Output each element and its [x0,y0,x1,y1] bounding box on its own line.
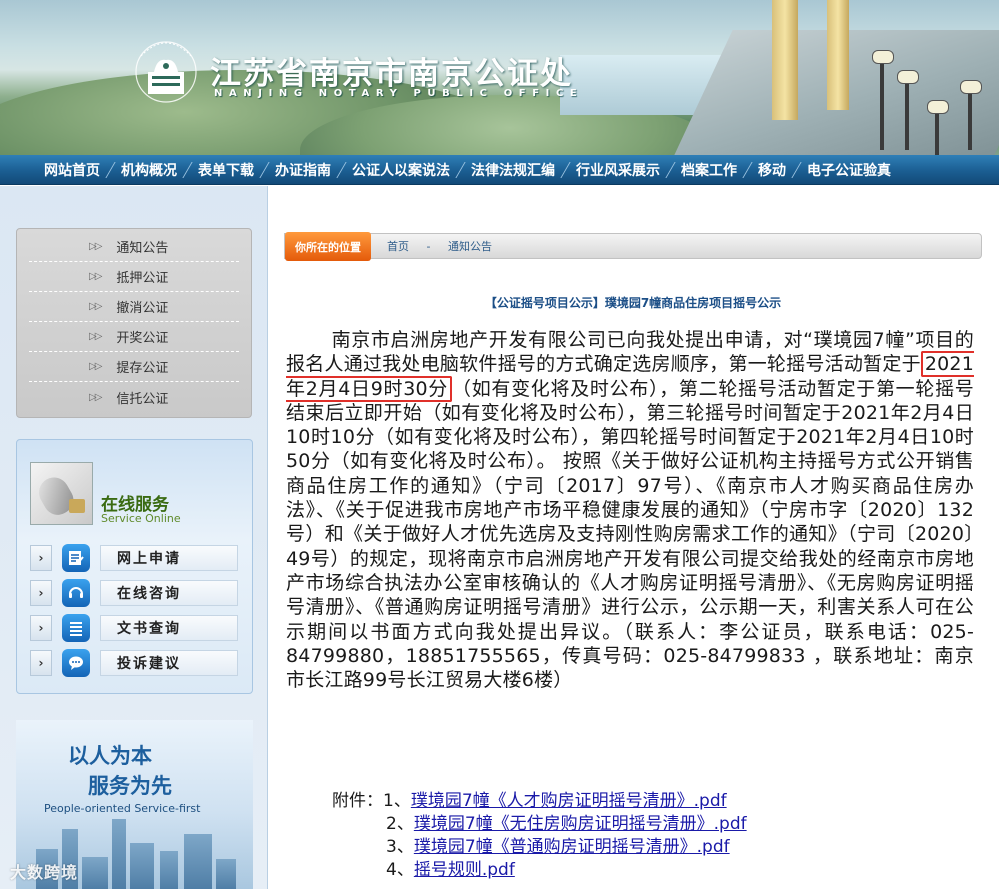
double-arrow-icon: ▷▷ [89,391,102,403]
breadcrumb-current[interactable]: 通知公告 [448,240,492,253]
site-title: 江苏省南京市南京公证处 [210,56,573,92]
headset-icon [62,579,90,607]
sidebar-item-label: 信托公证 [116,391,169,407]
breadcrumb-home-link[interactable]: 首页 [387,240,409,253]
bridge-tower [772,0,798,120]
nav-item-forms[interactable]: 表单下载 [190,160,262,180]
double-arrow-icon: ▷▷ [89,271,102,282]
street-lamp [927,100,949,155]
attachment-link[interactable]: 摇号规则.pdf [414,860,515,880]
online-service-panel: 在线服务 Service Online › 网上申请 › 在线咨询 › 文书查询… [16,439,253,694]
sidebar-item-revocation[interactable]: ▷▷ 撤消公证 [29,292,239,322]
service-mouse-photo [30,462,93,525]
breadcrumb: 你所在的位置 首页 - 通知公告 [284,232,982,261]
header-banner: 江苏省南京市南京公证处 NANJING NOTARY PUBLIC OFFICE [0,0,999,155]
service-item-label: 网上申请 [100,545,238,571]
service-item-consult[interactable]: › 在线咨询 [30,578,242,608]
attachment-row: 2、璞境园7幢《无住房购房证明摇号清册》.pdf [386,809,747,834]
sidebar-item-trust[interactable]: ▷▷ 信托公证 [29,382,239,412]
attachment-number: 3、 [386,837,414,857]
double-arrow-icon: ▷▷ [89,301,102,312]
city-building [112,819,126,889]
breadcrumb-separator: - [426,240,431,253]
nav-item-about[interactable]: 机构概况 [113,160,185,180]
sidebar-item-label: 撤消公证 [116,301,169,316]
nav-item-showcase[interactable]: 行业风采展示 [568,160,668,180]
sidebar-item-label: 开奖公证 [116,331,169,346]
chevron-right-icon: › [30,650,52,676]
double-arrow-icon: ▷▷ [89,331,102,342]
chevron-right-icon: › [30,545,52,571]
breadcrumb-links: 首页 - 通知公告 [387,238,506,254]
service-item-label: 在线咨询 [100,580,238,606]
street-lamp [960,80,982,150]
form-icon [62,544,90,572]
street-lamp [897,70,919,150]
bridge-tower [827,0,849,110]
service-item-query[interactable]: › 文书查询 [30,613,242,643]
breadcrumb-tag: 你所在的位置 [285,232,371,261]
city-building [130,843,154,889]
sidebar: ▷▷ 通知公告 ▷▷ 抵押公证 ▷▷ 撤消公证 ▷▷ 开奖公证 ▷▷ 提存公证 … [0,186,268,889]
sidebar-item-lottery[interactable]: ▷▷ 开奖公证 [29,322,239,352]
slogan-line-2: 服务为先 [88,774,172,798]
city-building [216,859,236,889]
article-title: 【公证摇号项目公示】璞境园7幢商品住房项目摇号公示 [484,296,782,310]
attachment-number: 4、 [386,860,414,880]
nav-item-verify[interactable]: 电子公证验真 [799,160,899,180]
attachment-link[interactable]: 璞境园7幢《人才购房证明摇号清册》.pdf [411,791,727,811]
slogan-line-1: 以人为本 [68,744,152,768]
double-arrow-icon: ▷▷ [89,241,102,252]
service-subtitle: Service Online [101,512,181,525]
article-body: 南京市启洲房地产开发有限公司已向我处提出申请，对“璞境园7幢”项目的报名人通过我… [286,328,974,692]
article-text: 南京市启洲房地产开发有限公司已向我处提出申请，对“璞境园7幢”项目的报名人通过我… [286,329,974,376]
city-building [160,851,178,889]
lock-icon [69,499,85,513]
article-text: （如有变化将及时公布），第二轮摇号活动暂定于第一轮摇号结束后立即开始（如有变化将… [286,377,974,692]
sidebar-item-mortgage[interactable]: ▷▷ 抵押公证 [29,262,239,292]
city-building [82,857,108,889]
notary-logo-icon [135,41,197,103]
city-building [184,834,212,889]
service-item-label: 文书查询 [100,615,238,641]
nav-item-cases[interactable]: 公证人以案说法 [344,160,458,180]
sidebar-item-label: 提存公证 [116,361,169,376]
chat-bubble-icon [62,649,90,677]
attachment-link[interactable]: 璞境园7幢《普通购房证明摇号清册》.pdf [414,837,730,857]
service-item-apply[interactable]: › 网上申请 [30,543,242,573]
nav-item-home[interactable]: 网站首页 [36,160,108,180]
attachment-number: 1、 [383,791,411,811]
page-body: ▷▷ 通知公告 ▷▷ 抵押公证 ▷▷ 撤消公证 ▷▷ 开奖公证 ▷▷ 提存公证 … [0,186,999,889]
watermark: 大数跨境 [10,863,79,882]
nav-item-guide[interactable]: 办证指南 [267,160,339,180]
sidebar-item-notices[interactable]: ▷▷ 通知公告 [29,232,239,262]
double-arrow-icon: ▷▷ [89,361,102,372]
nav-item-archive[interactable]: 档案工作 [673,160,745,180]
sidebar-item-escrow[interactable]: ▷▷ 提存公证 [29,352,239,382]
attachment-link[interactable]: 璞境园7幢《无住房购房证明摇号清册》.pdf [414,814,747,834]
sidebar-item-label: 通知公告 [116,241,169,256]
service-item-label: 投诉建议 [100,650,238,676]
site-subtitle: NANJING NOTARY PUBLIC OFFICE [214,88,584,99]
notice-menu: ▷▷ 通知公告 ▷▷ 抵押公证 ▷▷ 撤消公证 ▷▷ 开奖公证 ▷▷ 提存公证 … [16,228,252,418]
service-item-complaint[interactable]: › 投诉建议 [30,648,242,678]
nav-item-mobile[interactable]: 移动 [750,160,794,180]
attachment-row: 附件：1、璞境园7幢《人才购房证明摇号清册》.pdf [332,786,727,811]
attachment-number: 2、 [386,814,414,834]
attachment-row: 4、摇号规则.pdf [386,855,515,880]
main-nav: 网站首页 机构概况 表单下载 办证指南 公证人以案说法 法律法规汇编 行业风采展… [0,155,999,185]
sidebar-item-label: 抵押公证 [116,271,169,286]
attachment-row: 3、璞境园7幢《普通购房证明摇号清册》.pdf [386,832,730,857]
slogan-english: People-oriented Service-first [44,802,201,815]
chevron-right-icon: › [30,615,52,641]
attachments-label: 附件： [332,791,383,811]
document-list-icon [62,614,90,642]
street-lamp [872,50,894,150]
chevron-right-icon: › [30,580,52,606]
nav-item-laws[interactable]: 法律法规汇编 [463,160,563,180]
